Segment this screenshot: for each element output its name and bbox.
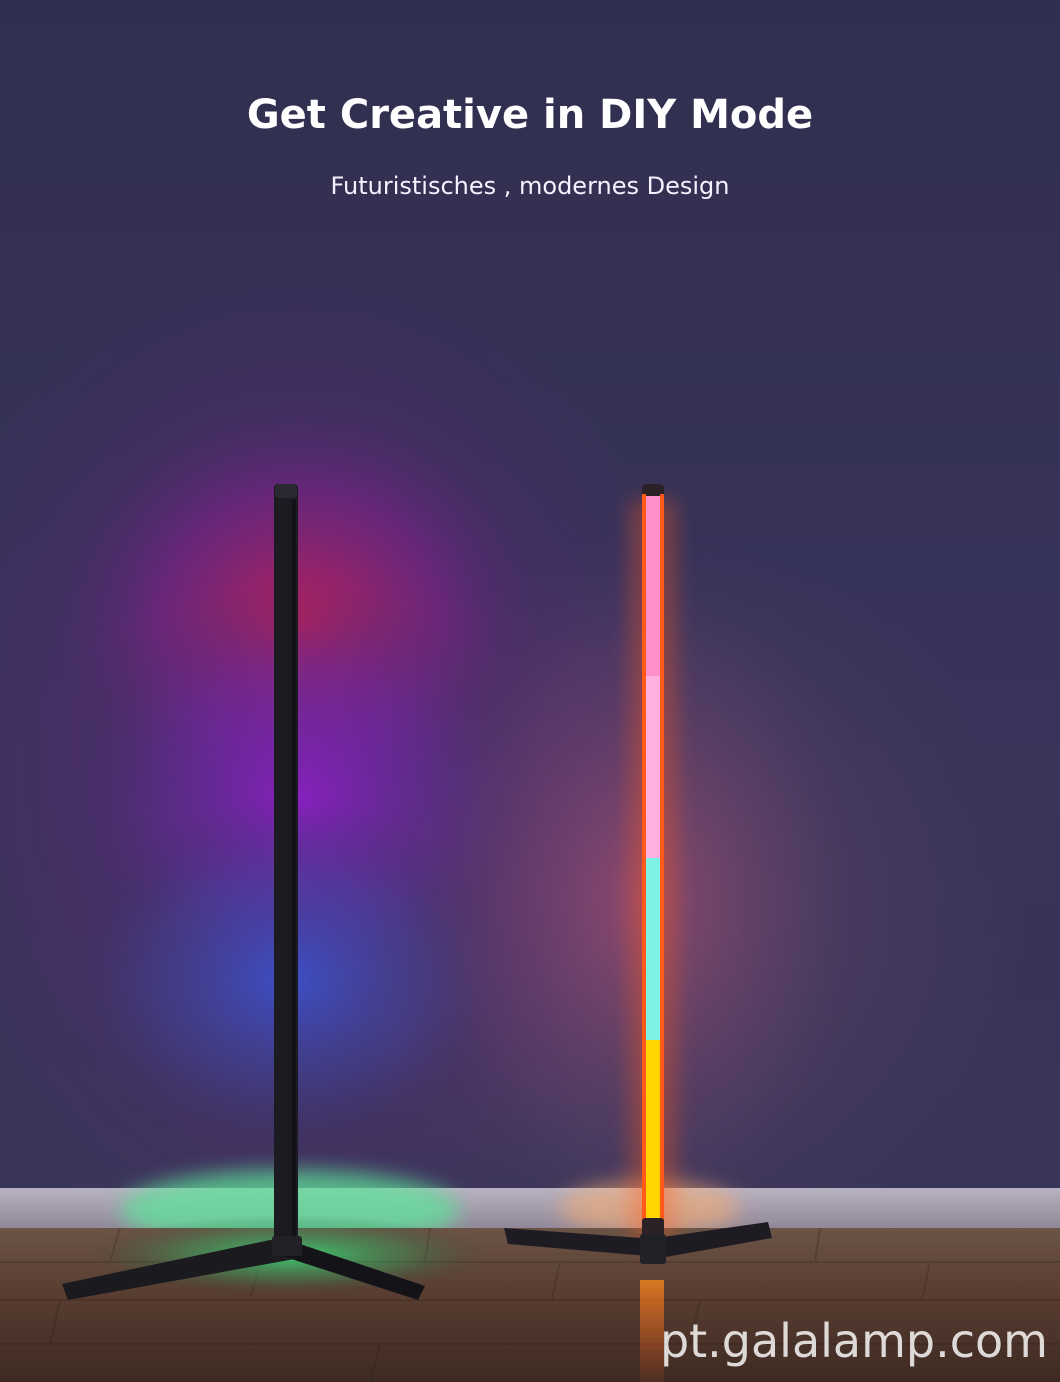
watermark: pt.galalamp.com [659, 1314, 1048, 1368]
product-banner: Get Creative in DIY Mode Futuristisches … [0, 0, 1060, 1382]
subheadline: Futuristisches , modernes Design [330, 172, 730, 200]
lamp-segment-cyan [645, 858, 661, 1040]
lamp-segment-yellow [645, 1040, 661, 1220]
lamp-segment-pink [645, 496, 661, 676]
headline: Get Creative in DIY Mode [246, 92, 814, 138]
lamp-segment-light-pink [645, 676, 661, 858]
lamp-scene-illustration [0, 380, 1060, 1382]
